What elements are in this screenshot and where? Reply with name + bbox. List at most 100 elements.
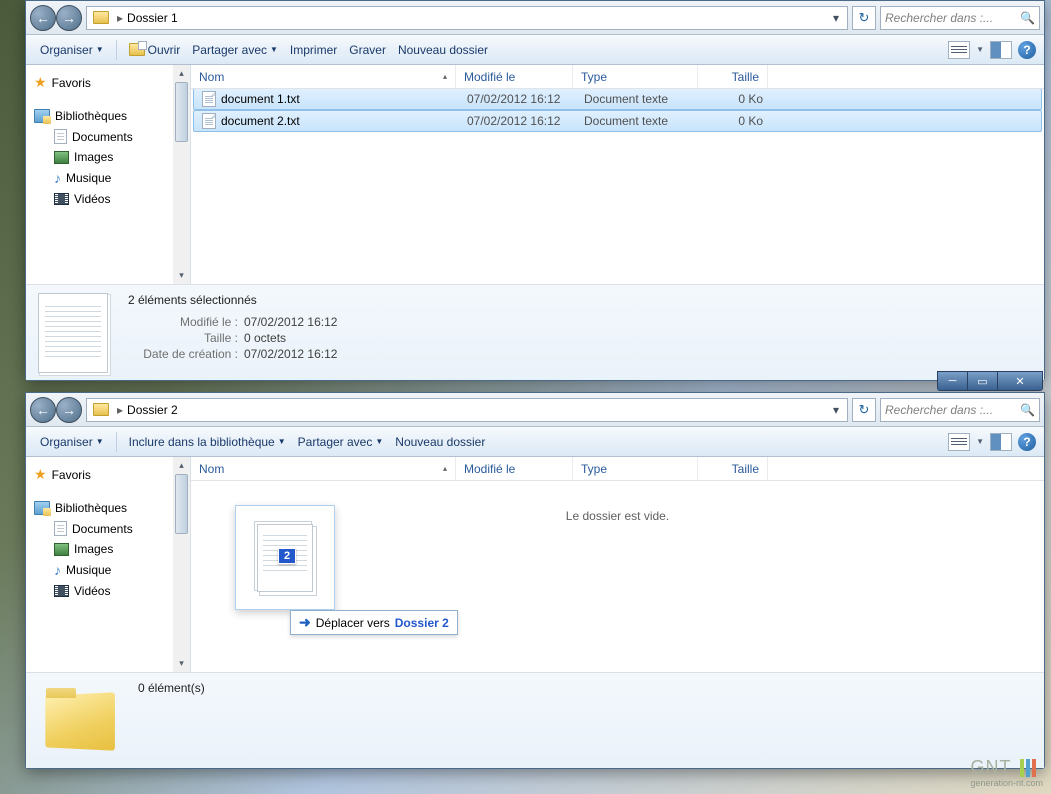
- details-thumbnail: [38, 293, 108, 373]
- sort-asc-icon: ▴: [443, 464, 447, 473]
- help-button[interactable]: ?: [1018, 41, 1036, 59]
- print-button[interactable]: Imprimer: [284, 39, 343, 61]
- sidebar-favorites[interactable]: ★Favoris: [34, 71, 190, 94]
- library-icon: [34, 109, 50, 123]
- view-options-button[interactable]: [948, 41, 970, 59]
- address-bar[interactable]: ▸ Dossier 1 ▾: [86, 6, 848, 30]
- minimize-button[interactable]: ─: [937, 371, 967, 391]
- nav-back-button[interactable]: ←: [30, 397, 56, 423]
- breadcrumb-item[interactable]: Dossier 2: [127, 403, 178, 417]
- sidebar: ★Favoris Bibliothèques Documents Images …: [26, 457, 191, 672]
- preview-pane-button[interactable]: [990, 433, 1012, 451]
- details-folder-icon: [38, 686, 118, 756]
- sidebar-item-music[interactable]: ♪Musique: [34, 167, 190, 189]
- sidebar-item-videos[interactable]: Vidéos: [34, 581, 190, 601]
- titlebar: ─ ▭ ✕: [935, 0, 1045, 1]
- nav-forward-button[interactable]: →: [56, 397, 82, 423]
- view-options-button[interactable]: [948, 433, 970, 451]
- search-placeholder: Rechercher dans :...: [885, 403, 993, 417]
- organize-button[interactable]: Organiser▼: [34, 39, 110, 61]
- search-placeholder: Rechercher dans :...: [885, 11, 993, 25]
- organize-button[interactable]: Organiser▼: [34, 431, 110, 453]
- address-dropdown[interactable]: ▾: [827, 403, 845, 417]
- video-icon: [54, 585, 69, 597]
- col-type[interactable]: Type: [573, 457, 698, 480]
- share-button[interactable]: Partager avec▼: [292, 431, 390, 453]
- file-row[interactable]: document 1.txt 07/02/2012 16:12 Document…: [193, 89, 1042, 110]
- details-pane: 2 éléments sélectionnés Modifié le :07/0…: [26, 284, 1044, 380]
- document-icon: [54, 521, 67, 536]
- search-icon: 🔍: [1020, 403, 1035, 417]
- nav-bar: ← → ▸ Dossier 2 ▾ ↻ Rechercher dans :...…: [26, 393, 1044, 427]
- view-dropdown[interactable]: ▼: [976, 437, 984, 446]
- details-title: 2 éléments sélectionnés: [128, 293, 337, 307]
- address-bar[interactable]: ▸ Dossier 2 ▾: [86, 398, 848, 422]
- address-dropdown[interactable]: ▾: [827, 11, 845, 25]
- drag-tooltip: ➜ Déplacer vers Dossier 2: [290, 610, 458, 635]
- document-icon: [54, 129, 67, 144]
- explorer-window-1: ─ ▭ ✕ ← → ▸ Dossier 1 ▾ ↻ Rechercher dan…: [25, 0, 1045, 381]
- titlebar: ─ ▭ ✕: [935, 371, 1045, 393]
- help-button[interactable]: ?: [1018, 433, 1036, 451]
- open-button[interactable]: Ouvrir: [123, 39, 187, 61]
- sort-asc-icon: ▴: [443, 72, 447, 81]
- toolbar: Organiser▼ Ouvrir Partager avec▼ Imprime…: [26, 35, 1044, 65]
- sidebar-item-music[interactable]: ♪Musique: [34, 559, 190, 581]
- drag-count-badge: 2: [278, 548, 296, 564]
- file-row[interactable]: document 2.txt 07/02/2012 16:12 Document…: [193, 110, 1042, 132]
- sidebar-favorites[interactable]: ★Favoris: [34, 463, 190, 486]
- details-pane: 0 élément(s): [26, 672, 1044, 768]
- explorer-window-2: ─ ▭ ✕ ← → ▸ Dossier 2 ▾ ↻ Rechercher dan…: [25, 392, 1045, 769]
- col-type[interactable]: Type: [573, 65, 698, 88]
- include-library-button[interactable]: Inclure dans la bibliothèque▼: [123, 431, 292, 453]
- music-icon: ♪: [54, 170, 61, 186]
- burn-button[interactable]: Graver: [343, 39, 392, 61]
- sidebar-item-documents[interactable]: Documents: [34, 518, 190, 539]
- col-size[interactable]: Taille: [698, 457, 768, 480]
- preview-pane-button[interactable]: [990, 41, 1012, 59]
- col-name[interactable]: Nom▴: [191, 65, 456, 88]
- sidebar: ★Favoris Bibliothèques Documents Images …: [26, 65, 191, 284]
- maximize-button[interactable]: ▭: [967, 371, 997, 391]
- column-headers: Nom▴ Modifié le Type Taille: [191, 65, 1044, 89]
- column-headers: Nom▴ Modifié le Type Taille: [191, 457, 1044, 481]
- watermark: GNT generation-nt.com: [970, 757, 1043, 788]
- view-dropdown[interactable]: ▼: [976, 45, 984, 54]
- sidebar-libraries[interactable]: Bibliothèques: [34, 498, 190, 518]
- sidebar-item-documents[interactable]: Documents: [34, 126, 190, 147]
- folder-icon: [93, 403, 109, 416]
- new-folder-button[interactable]: Nouveau dossier: [389, 431, 491, 453]
- star-icon: ★: [34, 466, 47, 483]
- sidebar-item-images[interactable]: Images: [34, 539, 190, 559]
- sidebar-libraries[interactable]: Bibliothèques: [34, 106, 190, 126]
- file-list-pane: Nom▴ Modifié le Type Taille document 1.t…: [191, 65, 1044, 284]
- nav-bar: ← → ▸ Dossier 1 ▾ ↻ Rechercher dans :...…: [26, 1, 1044, 35]
- open-icon: [129, 43, 145, 56]
- refresh-button[interactable]: ↻: [852, 398, 876, 422]
- breadcrumb-item[interactable]: Dossier 1: [127, 11, 178, 25]
- scrollbar[interactable]: ▴▾: [173, 65, 190, 284]
- share-button[interactable]: Partager avec▼: [186, 39, 284, 61]
- nav-back-button[interactable]: ←: [30, 5, 56, 31]
- col-size[interactable]: Taille: [698, 65, 768, 88]
- scrollbar[interactable]: ▴▾: [173, 457, 190, 672]
- search-input[interactable]: Rechercher dans :... 🔍: [880, 398, 1040, 422]
- music-icon: ♪: [54, 562, 61, 578]
- sidebar-item-videos[interactable]: Vidéos: [34, 189, 190, 209]
- text-file-icon: [202, 113, 216, 129]
- image-icon: [54, 151, 69, 164]
- nav-forward-button[interactable]: →: [56, 5, 82, 31]
- text-file-icon: [202, 91, 216, 107]
- new-folder-button[interactable]: Nouveau dossier: [392, 39, 494, 61]
- col-modified[interactable]: Modifié le: [456, 65, 573, 88]
- search-input[interactable]: Rechercher dans :... 🔍: [880, 6, 1040, 30]
- move-arrow-icon: ➜: [299, 614, 311, 631]
- refresh-button[interactable]: ↻: [852, 6, 876, 30]
- image-icon: [54, 543, 69, 556]
- col-modified[interactable]: Modifié le: [456, 457, 573, 480]
- toolbar: Organiser▼ Inclure dans la bibliothèque▼…: [26, 427, 1044, 457]
- col-name[interactable]: Nom▴: [191, 457, 456, 480]
- sidebar-item-images[interactable]: Images: [34, 147, 190, 167]
- chevron-right-icon: ▸: [117, 11, 123, 25]
- close-button[interactable]: ✕: [997, 371, 1043, 391]
